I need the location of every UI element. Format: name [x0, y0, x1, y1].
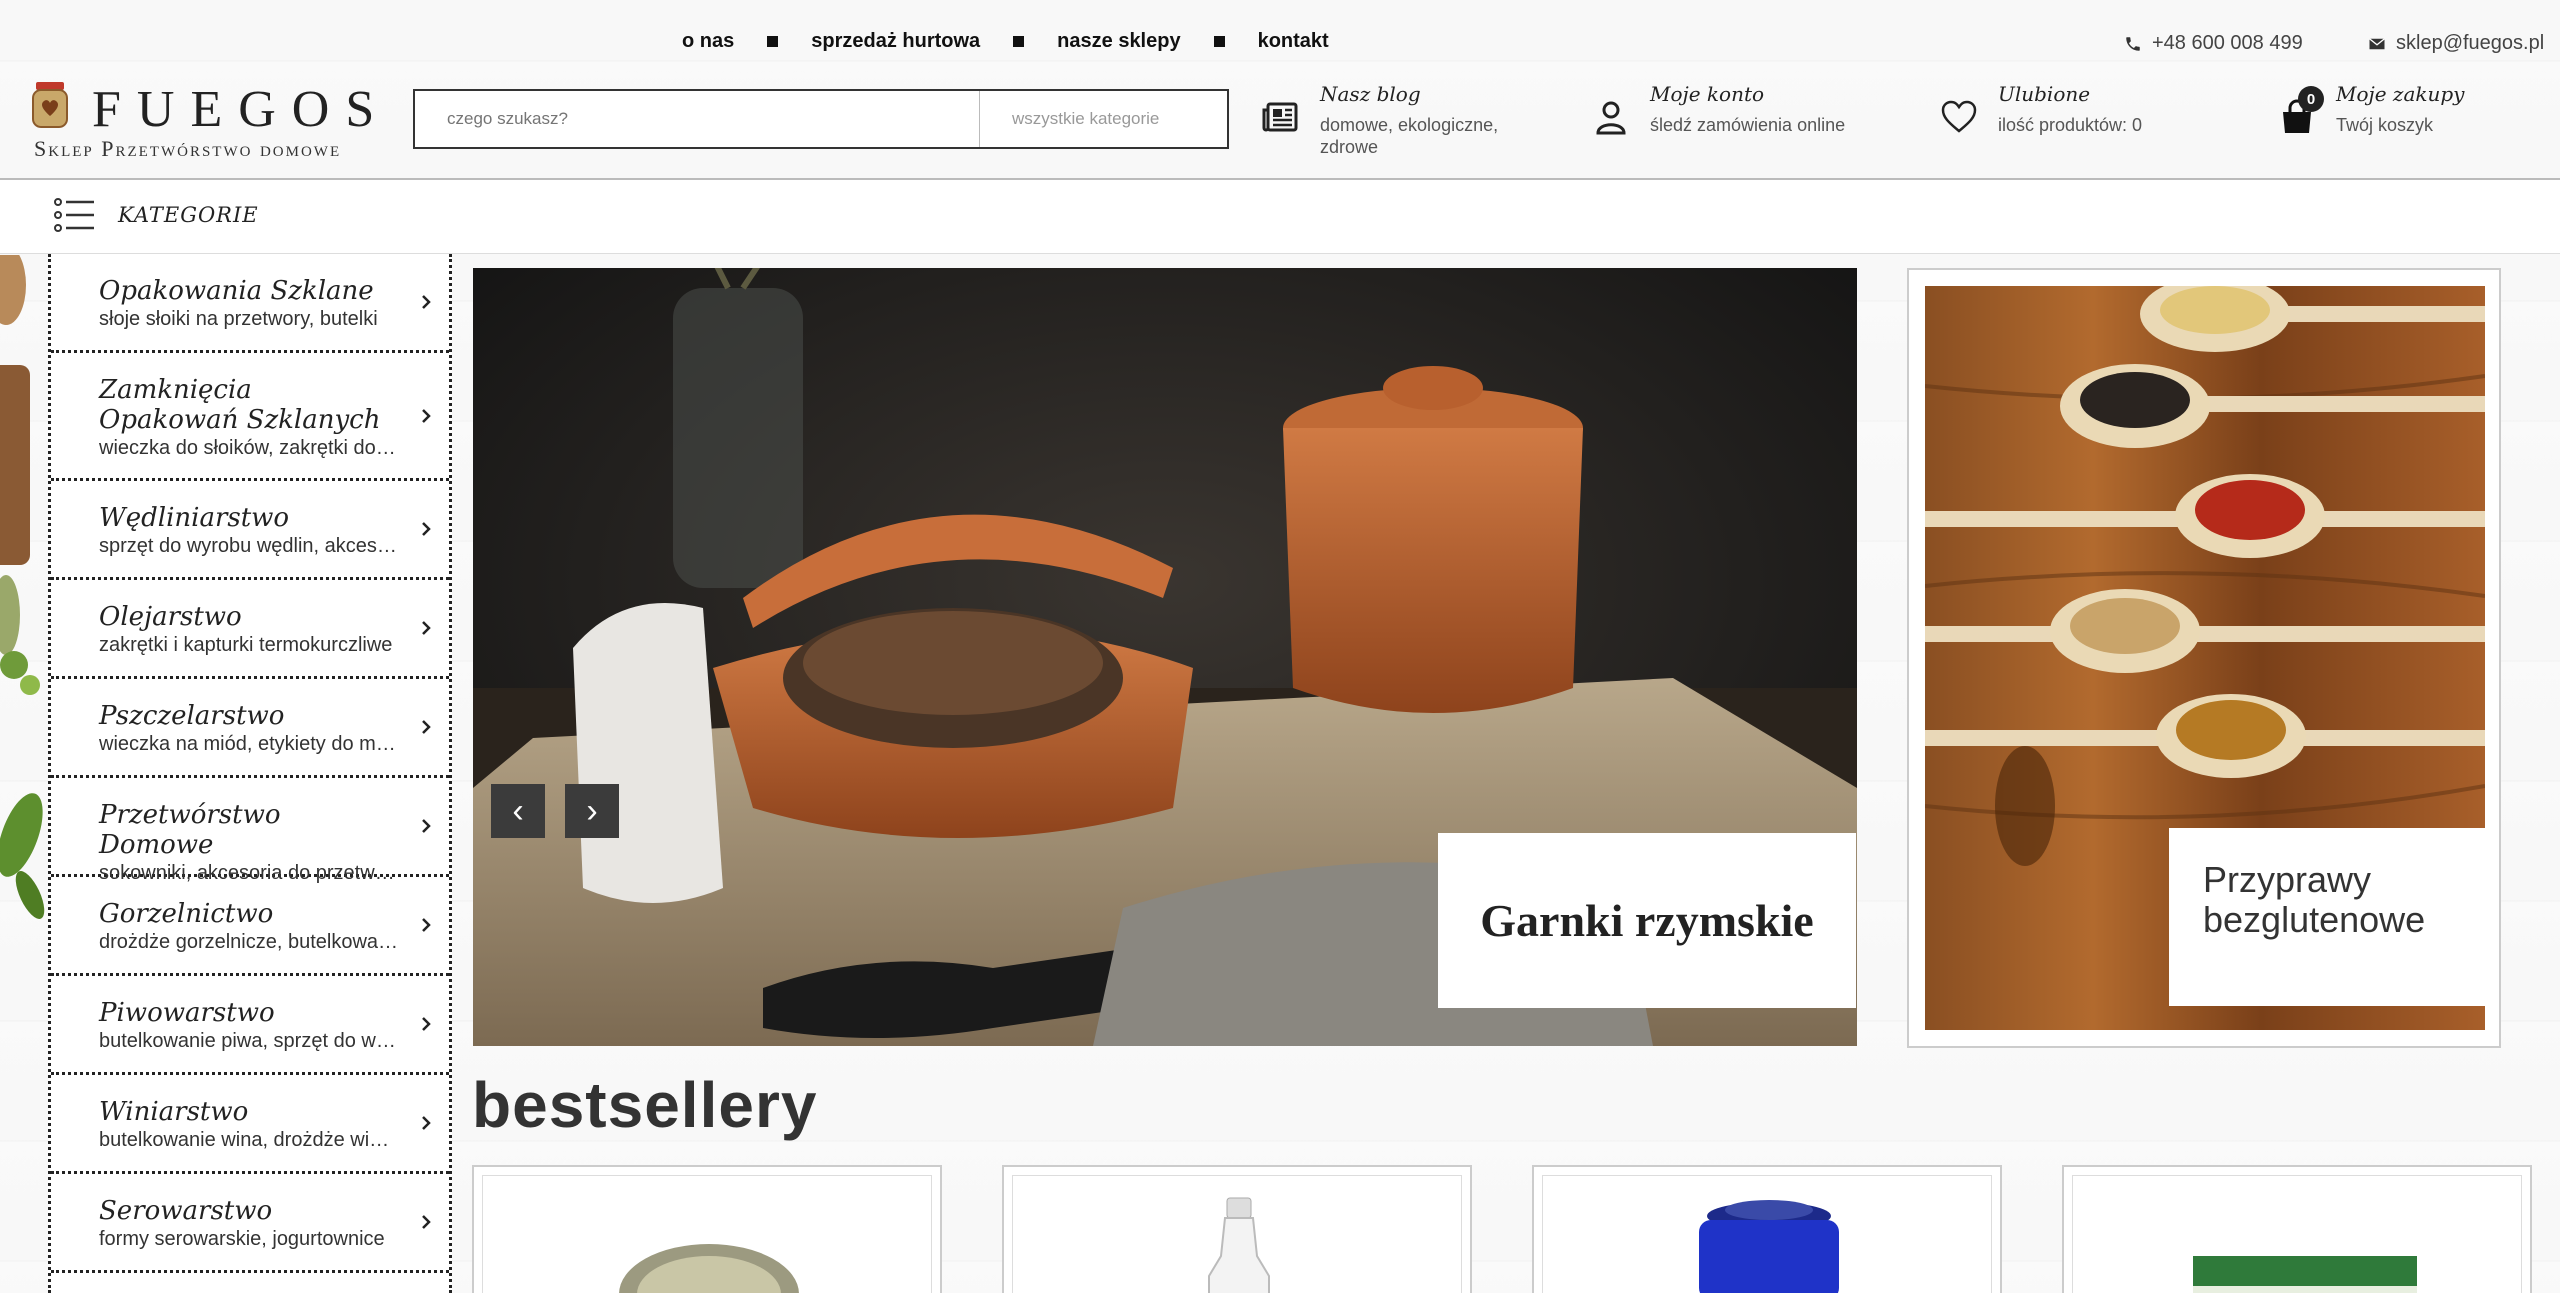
category-name: Wędliniarstwo [99, 503, 290, 533]
nav-separator [1213, 36, 1225, 47]
categories-bar [0, 180, 2560, 254]
bestsellers-heading: bestsellery [472, 1069, 818, 1141]
category-name: Winiarstwo [99, 1097, 249, 1127]
favorites-subtitle: ilość produktów: 0 [1998, 115, 2143, 135]
logo-brand-text: FUEGOS [92, 81, 391, 138]
categories-toggle[interactable]: KATEGORIE [54, 198, 259, 232]
category-name: Gorzelnictwo [99, 899, 274, 929]
chevron-right-icon [422, 918, 431, 932]
user-icon [1596, 101, 1626, 135]
nav-link-o-nas[interactable]: o nas [682, 30, 734, 53]
cart-count-badge: 0 [2298, 86, 2324, 112]
product-image-browin-box [2072, 1175, 2522, 1293]
sidebar-item-zamkniecia[interactable]: Zamknięcia Opakowań Szklanych wieczka do… [51, 353, 449, 481]
sidebar-item-gorzelnictwo[interactable]: Gorzelnictwo drożdże gorzelnicze, butelk… [51, 877, 449, 976]
nav-link-kontakt[interactable]: kontakt [1258, 30, 1329, 53]
account-title: Moje konto [1650, 82, 1765, 106]
category-name: Serowarstwo [99, 1196, 273, 1226]
chevron-right-icon [422, 1215, 431, 1229]
nav-link-sprzedaz-hurtowa[interactable]: sprzedaż hurtowa [811, 30, 980, 53]
promo-banner-spices[interactable]: Przyprawy bezglutenowe [1907, 268, 2501, 1048]
chevron-right-icon [422, 295, 431, 309]
category-description: zakrętki i kapturki termokurczliwe [99, 634, 393, 656]
category-name: Zamknięcia Opakowań Szklanych [99, 375, 381, 435]
top-navigation: o nas sprzedaż hurtowa nasze sklepy kont… [682, 30, 1329, 53]
chevron-right-icon [422, 1017, 431, 1031]
sidebar-item-piwowarstwo[interactable]: Piwowarstwo butelkowanie piwa, sprzęt do… [51, 976, 449, 1075]
blog-subtitle: domowe, ekologiczne, zdrowe [1320, 115, 1499, 157]
heart-icon [1941, 100, 1977, 133]
blog-title: Nasz blog [1320, 82, 1421, 106]
category-name: Opakowania Szklane [99, 276, 374, 306]
product-image-blue-barrel [1542, 1175, 1992, 1293]
search-category-select[interactable]: wszystkie kategorie [979, 91, 1227, 147]
product-card[interactable] [1532, 1165, 2002, 1293]
category-description: formy serowarskie, jogurtownice [99, 1228, 385, 1250]
nav-separator [767, 36, 779, 47]
product-image-tin-can [482, 1175, 932, 1293]
search-input[interactable] [415, 91, 979, 147]
category-name: Olejarstwo [99, 602, 242, 632]
category-name: Piwowarstwo [99, 998, 275, 1028]
jar-logo-icon [32, 82, 68, 128]
chevron-right-icon [422, 819, 431, 833]
sidebar-item-wedliniarstwo[interactable]: Wędliniarstwo sprzęt do wyrobu wędlin, a… [51, 481, 449, 580]
chevron-right-icon [422, 1116, 431, 1130]
product-card[interactable] [472, 1165, 942, 1293]
cart-subtitle: Twój koszyk [2336, 115, 2434, 135]
product-card[interactable] [2062, 1165, 2532, 1293]
category-description: butelkowanie wina, drożdże winiarskie [99, 1129, 399, 1151]
phone-icon [2126, 36, 2140, 51]
slider-prev-button[interactable]: ‹ [491, 784, 545, 838]
sidebar-item-winiarstwo[interactable]: Winiarstwo butelkowanie wina, drożdże wi… [51, 1075, 449, 1174]
search-category-value: wszystkie kategorie [1012, 109, 1160, 128]
cart-title: Moje zakupy [2336, 82, 2465, 106]
site-logo[interactable]: FUEGOS Sklep Przetwórstwo domowe [30, 80, 380, 162]
newspaper-icon [1262, 102, 1298, 132]
category-sidebar: Opakowania Szklane słoje słoiki na przet… [48, 254, 452, 1293]
account-subtitle: śledź zamówienia online [1650, 115, 1846, 135]
search-bar: wszystkie kategorie [413, 89, 1229, 149]
email-address: sklep@fuegos.pl [2396, 32, 2545, 54]
list-menu-icon [54, 198, 94, 232]
chevron-right-icon [422, 621, 431, 635]
chevron-right-icon [422, 408, 431, 423]
header-cart[interactable]: 0 Moje zakupy Twój koszyk [2278, 82, 2464, 141]
sidebar-item-serowarstwo[interactable]: Serowarstwo formy serowarskie, jogurtown… [51, 1174, 449, 1273]
product-image-glass-bottle [1012, 1175, 1462, 1293]
hero-caption[interactable]: Garnki rzymskie [1438, 833, 1856, 1008]
nav-separator [1013, 36, 1025, 47]
category-description: słoje słoiki na przetwory, butelki [99, 308, 378, 330]
logo-tagline: Sklep Przetwórstwo domowe [34, 136, 342, 161]
categories-label: KATEGORIE [118, 203, 259, 227]
category-description: wieczka na miód, etykiety do miodu [99, 733, 399, 755]
category-description: drożdże gorzelnicze, butelkowanie [99, 931, 399, 953]
header-blog[interactable]: Nasz blog domowe, ekologiczne, zdrowe [1262, 82, 1520, 158]
contact-email[interactable]: sklep@fuegos.pl [2368, 32, 2544, 55]
sidebar-item-pszczelarstwo[interactable]: Pszczelarstwo wieczka na miód, etykiety … [51, 679, 449, 778]
slider-next-button[interactable]: › [565, 784, 619, 838]
header-account[interactable]: Moje konto śledź zamówienia online [1592, 82, 1845, 136]
phone-number: +48 600 008 499 [2152, 32, 2303, 54]
category-name: Przetwórstwo Domowe [99, 800, 281, 860]
header-favorites[interactable]: Ulubione ilość produktów: 0 [1940, 82, 2142, 136]
nav-link-nasze-sklepy[interactable]: nasze sklepy [1057, 30, 1180, 53]
promo-banner-caption: Przyprawy bezglutenowe [2169, 828, 2495, 1006]
category-description: wieczka do słoików, zakrętki do butelek [99, 437, 399, 459]
product-card[interactable] [1002, 1165, 1472, 1293]
favorites-title: Ulubione [1998, 82, 2091, 106]
sidebar-item-przetworstwo-domowe[interactable]: Przetwórstwo Domowe sokowniki, akcesoria… [51, 778, 449, 884]
category-description: butelkowanie piwa, sprzęt do warzenia [99, 1030, 399, 1052]
contact-phone[interactable]: +48 600 008 499 [2124, 32, 2303, 55]
background-decoration [0, 255, 45, 919]
chevron-right-icon [422, 720, 431, 734]
sidebar-item-olejarstwo[interactable]: Olejarstwo zakrętki i kapturki termokurc… [51, 580, 449, 679]
chevron-right-icon [422, 522, 431, 536]
envelope-icon [2369, 37, 2385, 49]
category-name: Pszczelarstwo [99, 701, 285, 731]
sidebar-item-opakowania-szklane[interactable]: Opakowania Szklane słoje słoiki na przet… [51, 254, 449, 353]
category-description: sprzęt do wyrobu wędlin, akcesoria [99, 535, 399, 557]
